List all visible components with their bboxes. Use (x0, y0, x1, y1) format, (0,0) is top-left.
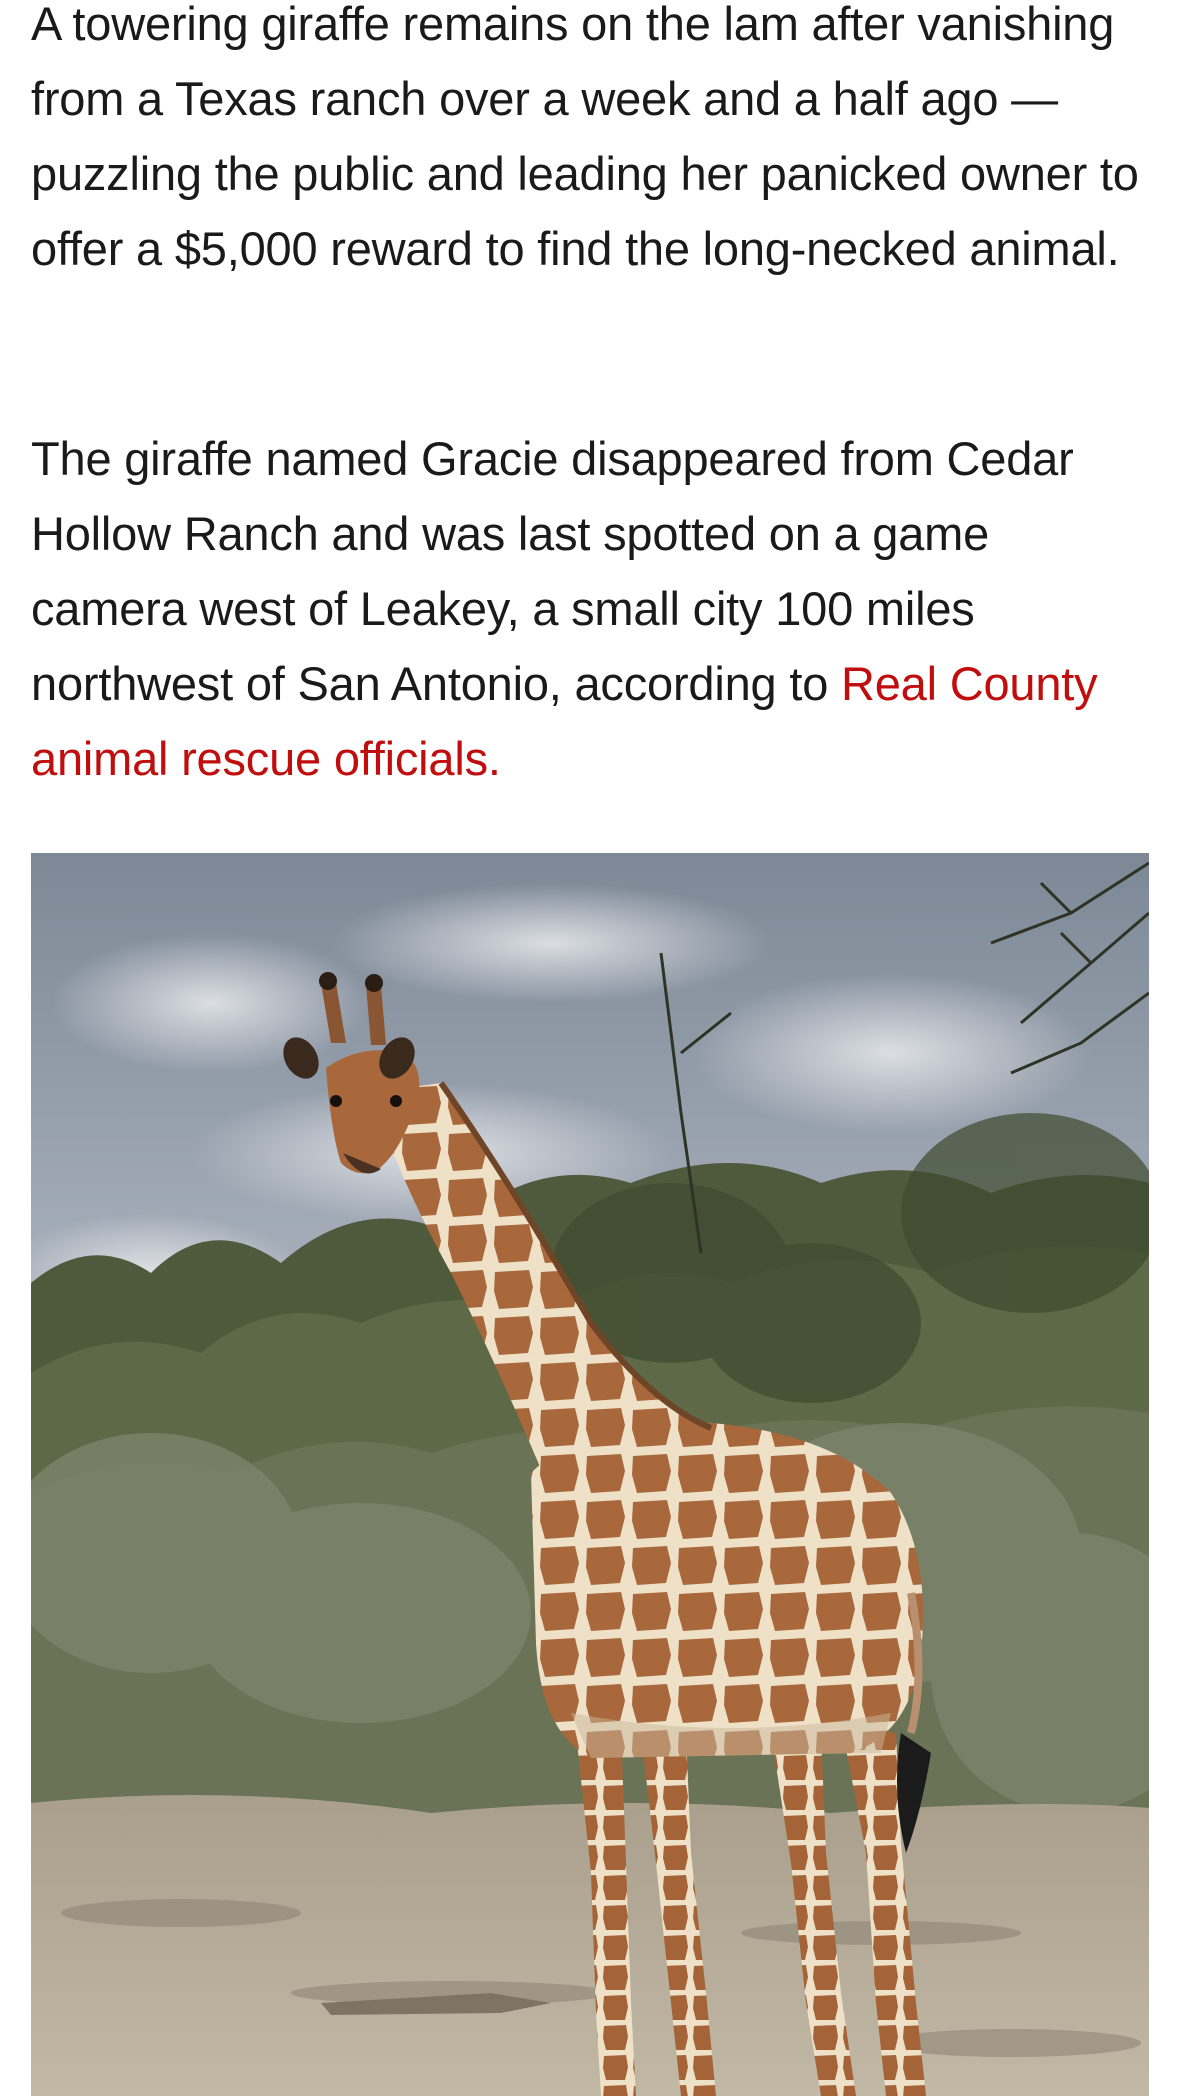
giraffe-illustration (31, 853, 1149, 2096)
article-paragraph: The giraffe named Gracie disappeared fro… (31, 421, 1151, 796)
article-paragraph: A towering giraffe remains on the lam af… (31, 0, 1139, 275)
giraffe-photo (31, 853, 1149, 2096)
